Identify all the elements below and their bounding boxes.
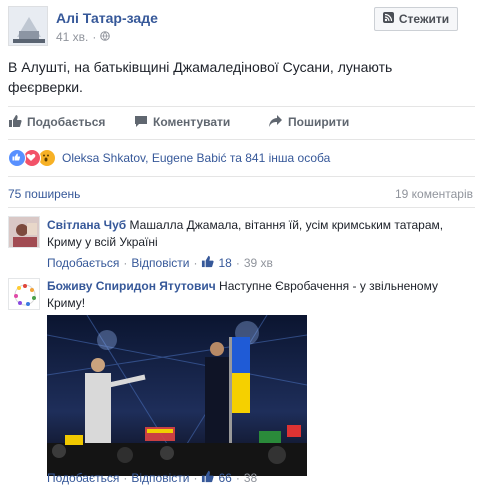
- share-label: Поширити: [288, 115, 350, 129]
- post-time[interactable]: 41 хв.: [56, 30, 88, 44]
- comment-button[interactable]: Коментувати: [134, 112, 268, 132]
- comment-time[interactable]: 38: [244, 471, 257, 485]
- comment-like-link[interactable]: Подобається: [47, 256, 119, 270]
- thumbs-up-icon: [8, 114, 22, 131]
- post-meta: 41 хв. ·: [56, 30, 111, 44]
- share-icon: [268, 114, 283, 131]
- comment-like-count[interactable]: 18: [218, 256, 231, 270]
- commenter-name[interactable]: Боживу Спиридон Ятутович: [47, 279, 216, 293]
- author-name[interactable]: Алі Татар-заде: [56, 10, 158, 26]
- divider: [8, 176, 475, 177]
- reactions-summary[interactable]: Oleksa Shkatov, Eugene Babić та 841 інша…: [8, 149, 330, 167]
- comment-actions: Подобається · Відповісти · 18 · 39 хв: [47, 255, 273, 271]
- author-avatar[interactable]: [8, 6, 48, 46]
- reactions-text[interactable]: Oleksa Shkatov, Eugene Babić та 841 інша…: [62, 151, 330, 165]
- thumbs-up-icon: [201, 255, 215, 271]
- thumbs-up-icon: [201, 470, 215, 486]
- commenter-name[interactable]: Світлана Чуб: [47, 218, 126, 232]
- divider: [8, 139, 475, 140]
- globe-icon: [100, 30, 111, 44]
- commenter-avatar[interactable]: [8, 278, 40, 310]
- post-actions: Подобається Коментувати Поширити: [8, 112, 478, 132]
- shares-count[interactable]: 75 поширень: [8, 187, 80, 201]
- comment-time[interactable]: 39 хв: [244, 256, 273, 270]
- comment-actions: Подобається · Відповісти · 66 · 38: [47, 470, 258, 486]
- comment-like-link[interactable]: Подобається: [47, 471, 119, 485]
- like-button[interactable]: Подобається: [8, 112, 134, 132]
- comment-photo[interactable]: [47, 315, 307, 476]
- comment-body: Боживу Спиридон Ятутович Наступне Євроба…: [47, 278, 452, 312]
- follow-button[interactable]: Стежити: [374, 7, 458, 31]
- divider: [8, 106, 475, 107]
- comments-count[interactable]: 19 коментарів: [395, 187, 473, 201]
- comment-like-count[interactable]: 66: [218, 471, 231, 485]
- comment-reply-link[interactable]: Відповісти: [131, 471, 189, 485]
- comment-icon: [134, 114, 148, 131]
- like-label: Подобається: [27, 115, 106, 129]
- follow-label: Стежити: [398, 12, 450, 26]
- divider: [8, 207, 475, 208]
- rss-icon: [382, 12, 394, 26]
- comment-body: Світлана Чуб Машалла Джамала, вітання їй…: [47, 217, 447, 251]
- comment-label: Коментувати: [153, 115, 231, 129]
- commenter-avatar[interactable]: [8, 216, 40, 248]
- comment-reply-link[interactable]: Відповісти: [131, 256, 189, 270]
- like-reaction-icon: [8, 149, 26, 167]
- share-button[interactable]: Поширити: [268, 112, 349, 132]
- post-text: В Алушті, на батьківщині Джамаледінової …: [8, 59, 393, 95]
